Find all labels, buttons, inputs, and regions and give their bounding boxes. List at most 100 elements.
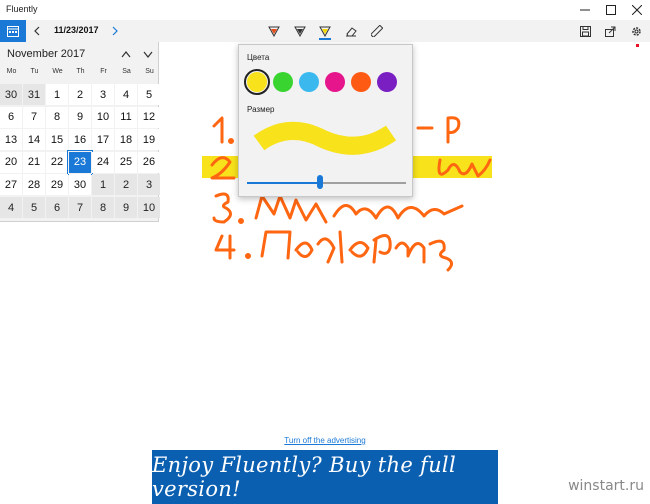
calendar-day[interactable]: 1 (46, 84, 68, 105)
calendar-day[interactable]: 28 (23, 174, 45, 196)
app-window: Fluently 11/23/2017 November 2017 Mo Tu … (0, 0, 650, 504)
maximize-icon (606, 5, 616, 15)
close-icon (632, 5, 642, 15)
calendar-day[interactable]: 3 (138, 174, 160, 196)
calendar-day[interactable]: 4 (115, 84, 137, 105)
chevron-up-icon (121, 50, 131, 57)
weekday-label: We (52, 68, 63, 75)
calendar-day[interactable]: 8 (46, 106, 68, 128)
eraser-icon (346, 27, 357, 37)
calendar-day[interactable]: 29 (46, 174, 68, 196)
color-swatch[interactable] (377, 72, 397, 92)
calendar-day[interactable]: 17 (92, 129, 114, 151)
calendar-panel: November 2017 Mo Tu We Th Fr Sa Su 30 31 1 2 3 4 5 6 7… (0, 42, 160, 222)
calendar-day[interactable]: 23 (67, 149, 93, 175)
color-swatch[interactable] (273, 72, 293, 92)
previous-month-button[interactable] (117, 44, 135, 64)
weekday-label: Tu (30, 68, 39, 75)
calendar-day[interactable]: 16 (69, 129, 91, 151)
calendar-day[interactable]: 2 (115, 174, 137, 196)
watermark: winstart.ru (568, 478, 644, 494)
minimize-button[interactable] (572, 0, 598, 20)
settings-button[interactable] (624, 20, 648, 42)
chevron-right-icon (112, 26, 118, 36)
calendar-icon (7, 26, 19, 37)
next-day-button[interactable] (106, 20, 124, 42)
title-bar: Fluently (0, 0, 650, 20)
calendar-toggle-button[interactable] (0, 20, 26, 42)
calendar-day[interactable]: 15 (46, 129, 68, 151)
calendar-day[interactable]: 18 (115, 129, 137, 151)
calendar-day[interactable]: 10 (138, 197, 160, 218)
calendar-day[interactable]: 24 (92, 151, 114, 173)
calendar-day[interactable]: 3 (92, 84, 114, 105)
calendar-day[interactable]: 22 (46, 151, 68, 173)
calendar-day[interactable]: 13 (0, 129, 22, 151)
size-label: Размер (247, 105, 275, 114)
calendar-day[interactable]: 5 (138, 84, 160, 105)
calendar-day[interactable]: 10 (92, 106, 114, 128)
color-swatch[interactable] (351, 72, 371, 92)
highlighter-tool-icon (319, 26, 331, 37)
calendar-day[interactable]: 8 (92, 197, 114, 218)
share-icon (604, 26, 615, 37)
calendar-header: November 2017 (0, 42, 159, 66)
calendar-day[interactable]: 21 (23, 151, 45, 173)
size-slider-track[interactable] (247, 182, 406, 184)
save-button[interactable] (573, 20, 597, 42)
calendar-day[interactable]: 19 (138, 129, 160, 151)
color-swatch[interactable] (325, 72, 345, 92)
turn-off-advertising-link[interactable]: Turn off the advertising (0, 436, 650, 445)
color-swatch[interactable] (244, 69, 270, 95)
calendar-day[interactable]: 9 (115, 197, 137, 218)
stroke-size-preview (253, 121, 397, 155)
ruler-icon (371, 25, 383, 37)
pencil-tool-icon (294, 26, 306, 37)
current-date: 11/23/2017 (54, 25, 99, 35)
next-month-button[interactable] (139, 44, 157, 64)
weekday-label: Fr (100, 68, 107, 75)
calendar-day[interactable]: 31 (23, 84, 45, 105)
calendar-day[interactable]: 26 (138, 151, 160, 173)
calendar-day[interactable]: 30 (0, 84, 22, 105)
size-slider-thumb[interactable] (317, 175, 323, 189)
calendar-day[interactable]: 4 (0, 197, 22, 218)
ad-banner[interactable]: Enjoy Fluently? Buy the full version! (152, 450, 498, 504)
highlighter-tool-button[interactable] (314, 20, 336, 42)
ruler-button[interactable] (366, 20, 388, 42)
previous-day-button[interactable] (28, 20, 46, 42)
pencil-tool-button[interactable] (289, 20, 311, 42)
indicator-dot (636, 44, 639, 47)
calendar-day[interactable]: 9 (69, 106, 91, 128)
pen-tool-button[interactable] (263, 20, 285, 42)
calendar-day[interactable]: 1 (92, 174, 114, 196)
calendar-day[interactable]: 7 (23, 106, 45, 128)
ad-banner-text: Enjoy Fluently? Buy the full version! (152, 453, 456, 501)
calendar-day[interactable]: 12 (138, 106, 160, 128)
weekday-label: Th (76, 68, 85, 75)
share-button[interactable] (598, 20, 622, 42)
calendar-day[interactable]: 5 (23, 197, 45, 218)
calendar-day[interactable]: 20 (0, 151, 22, 173)
weekday-label: Su (145, 68, 154, 75)
calendar-month-label[interactable]: November 2017 (7, 48, 85, 60)
maximize-button[interactable] (598, 0, 624, 20)
calendar-day[interactable]: 6 (0, 106, 22, 128)
chevron-down-icon (143, 51, 153, 58)
gear-icon (631, 26, 641, 36)
calendar-day[interactable]: 14 (23, 129, 45, 151)
weekday-label: Sa (122, 68, 131, 75)
calendar-day[interactable]: 6 (46, 197, 68, 218)
toolbar: 11/23/2017 (0, 20, 650, 42)
eraser-button[interactable] (340, 20, 362, 42)
calendar-day[interactable]: 7 (69, 197, 91, 218)
calendar-day[interactable]: 25 (115, 151, 137, 173)
calendar-day[interactable]: 11 (115, 106, 137, 128)
calendar-day[interactable]: 2 (69, 84, 91, 105)
close-button[interactable] (624, 0, 650, 20)
highlighter-options-popup: Цвета Размер (238, 44, 413, 197)
calendar-day[interactable]: 30 (69, 174, 91, 196)
color-swatch[interactable] (299, 72, 319, 92)
app-title: Fluently (6, 4, 38, 14)
calendar-day[interactable]: 27 (0, 174, 22, 196)
